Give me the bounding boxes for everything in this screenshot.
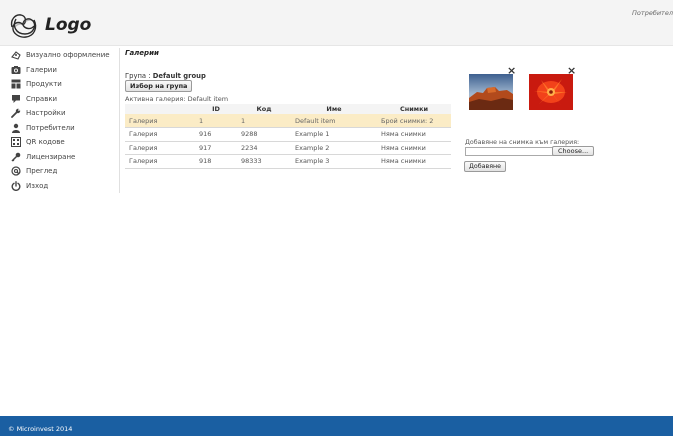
main-content: Галерии xyxy=(125,49,159,57)
comment-icon xyxy=(10,93,21,104)
table-row[interactable]: Галерия 916 9288 Example 1 Няма снимки xyxy=(125,127,451,142)
column-header-id: ID xyxy=(195,104,237,114)
sidebar-item-settings[interactable]: Настройки xyxy=(0,106,119,121)
galleries-table: ID Код Име Снимки Галерия 1 1 Default it… xyxy=(125,104,451,169)
photo-thumbnail-2[interactable] xyxy=(529,74,573,110)
page-title: Галерии xyxy=(125,49,159,57)
row-id: 917 xyxy=(195,141,237,155)
row-id: 1 xyxy=(195,114,237,128)
choose-group-button[interactable]: Избор на група xyxy=(125,80,193,92)
camera-icon xyxy=(10,64,21,75)
row-name: Example 1 xyxy=(291,127,377,142)
row-photos: Няма снимки xyxy=(377,154,451,169)
sidebar-item-licensing[interactable]: Лицензиране xyxy=(0,150,119,165)
group-label: Група : xyxy=(125,72,151,80)
wrench-icon xyxy=(10,108,21,119)
sidebar-item-label: Преглед xyxy=(26,167,58,176)
column-header-code: Код xyxy=(237,104,291,114)
sidebar-item-galleries[interactable]: Галерии xyxy=(0,63,119,78)
products-icon xyxy=(10,79,21,90)
sidebar-item-label: Визуално оформление xyxy=(26,51,110,60)
sidebar-item-label: Галерии xyxy=(26,65,57,74)
logo-text: Logo xyxy=(45,15,92,35)
sidebar-item-label: QR кодове xyxy=(26,138,65,147)
key-icon xyxy=(10,151,21,162)
row-type: Галерия xyxy=(125,114,195,128)
column-header-photos: Снимки xyxy=(377,104,451,114)
qr-code-icon xyxy=(10,137,21,148)
appearance-icon xyxy=(10,50,21,61)
photo-thumbnail-1[interactable] xyxy=(469,74,513,110)
sidebar-item-label: Лицензиране xyxy=(26,152,76,161)
sidebar-item-products[interactable]: Продукти xyxy=(0,77,119,92)
sidebar-item-label: Справки xyxy=(26,94,58,103)
sidebar-item-users[interactable]: Потребители xyxy=(0,121,119,136)
sidebar: Визуално оформление Галерии Продукти Спр… xyxy=(0,48,120,193)
row-photos: Брой снимки: 2 xyxy=(377,114,451,128)
row-name: Default item xyxy=(291,114,377,128)
add-photo-button[interactable]: Добавяне xyxy=(464,161,507,172)
row-id: 918 xyxy=(195,154,237,169)
sidebar-item-label: Продукти xyxy=(26,80,62,89)
sidebar-item-label: Настройки xyxy=(26,109,66,118)
sidebar-item-appearance[interactable]: Визуално оформление xyxy=(0,48,119,63)
row-name: Example 2 xyxy=(291,141,377,155)
table-row[interactable]: Галерия 918 98333 Example 3 Няма снимки xyxy=(125,154,451,169)
power-icon xyxy=(10,180,21,191)
row-type: Галерия xyxy=(125,127,195,142)
logo-swirl-icon[interactable] xyxy=(7,9,39,41)
add-photo-label: Добавяне на снимка към галерия: xyxy=(465,139,580,146)
row-id: 916 xyxy=(195,127,237,142)
table-header-row: ID Код Име Снимки xyxy=(125,104,451,114)
footer: © Microinvest 2014 xyxy=(0,416,673,436)
table-row[interactable]: Галерия 1 1 Default item Брой снимки: 2 xyxy=(125,114,451,128)
row-type: Галерия xyxy=(125,154,195,169)
sidebar-item-logout[interactable]: Изход xyxy=(0,179,119,194)
row-type: Галерия xyxy=(125,141,195,155)
user-link[interactable]: Потребител xyxy=(632,9,673,17)
column-header-type xyxy=(125,104,195,114)
row-photos: Няма снимки xyxy=(377,127,451,142)
choose-file-button[interactable]: Choose... xyxy=(552,146,595,156)
column-header-name: Име xyxy=(291,104,377,114)
user-icon xyxy=(10,122,21,133)
sidebar-item-reports[interactable]: Справки xyxy=(0,92,119,107)
row-code: 2234 xyxy=(237,141,291,155)
sidebar-item-preview[interactable]: Преглед xyxy=(0,164,119,179)
row-name: Example 3 xyxy=(291,154,377,169)
group-line: Група : Default group xyxy=(125,72,206,80)
sidebar-item-qr-codes[interactable]: QR кодове xyxy=(0,135,119,150)
active-gallery-label: Активна галерия: Default item xyxy=(125,95,229,103)
row-photos: Няма снимки xyxy=(377,141,451,155)
at-icon xyxy=(10,166,21,177)
header: Logo Потребител xyxy=(0,0,673,46)
row-code: 1 xyxy=(237,114,291,128)
group-value: Default group xyxy=(152,72,206,80)
row-code: 98333 xyxy=(237,154,291,169)
table-row[interactable]: Галерия 917 2234 Example 2 Няма снимки xyxy=(125,141,451,155)
row-code: 9288 xyxy=(237,127,291,142)
sidebar-item-label: Потребители xyxy=(26,123,75,132)
sidebar-item-label: Изход xyxy=(26,181,49,190)
